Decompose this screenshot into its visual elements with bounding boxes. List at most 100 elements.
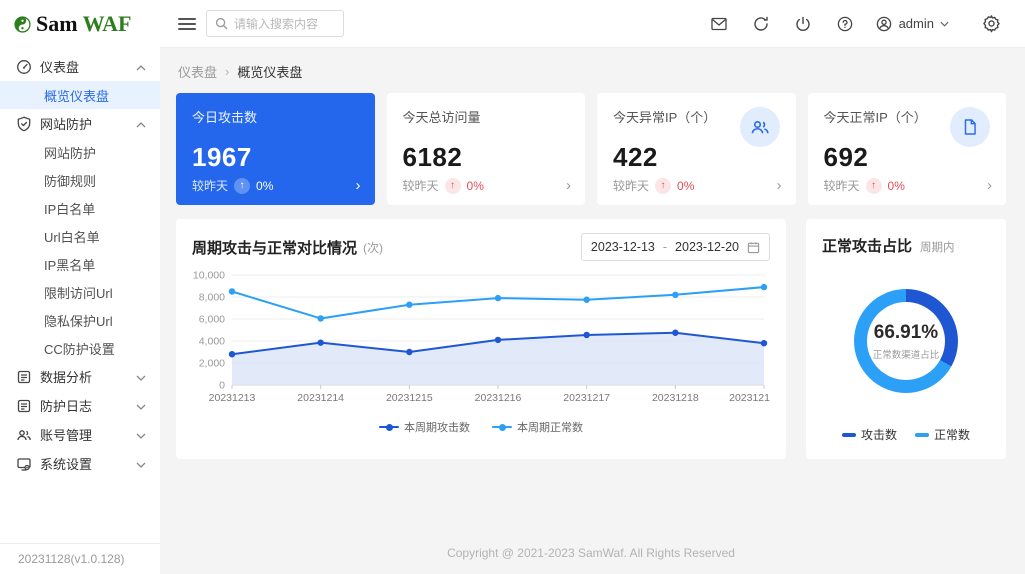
legend-normal-series[interactable]: 本周期正常数 xyxy=(492,419,583,435)
chevron-down-icon xyxy=(136,427,146,442)
legend-marker xyxy=(492,423,512,431)
sidebar-group-label: 账号管理 xyxy=(40,428,93,443)
svg-text:10,000: 10,000 xyxy=(193,270,225,282)
chevron-up-icon xyxy=(136,116,146,131)
sidebar-group-label: 防护日志 xyxy=(40,399,93,414)
sidebar-group-label: 仪表盘 xyxy=(40,60,80,75)
log-icon xyxy=(16,398,32,414)
topbar: admin xyxy=(160,0,1025,48)
sidebar: Sam WAF 仪表盘 概览仪表盘 网站防护 网站防护 防御规则 IP白名单 Ur… xyxy=(0,0,160,574)
sidebar-item-label: IP白名单 xyxy=(44,201,96,217)
card-detail-link[interactable]: › xyxy=(777,178,782,193)
card-normal-ip[interactable]: 今天正常IP（个） 692 较昨天 ↑ 0% › xyxy=(807,93,1006,205)
search-icon xyxy=(215,17,228,30)
card-value: 6182 xyxy=(402,142,463,172)
change-percent: 0% xyxy=(887,178,905,193)
legend-attack-count[interactable]: 攻击数 xyxy=(841,426,897,443)
card-today-attacks[interactable]: 今日攻击数 1967 较昨天 ↑ 0% › xyxy=(176,93,375,205)
sidebar-group-dashboard[interactable]: 仪表盘 xyxy=(0,52,160,81)
svg-text:20231217: 20231217 xyxy=(563,392,610,404)
card-detail-link[interactable]: › xyxy=(356,178,361,193)
help-icon[interactable] xyxy=(829,8,861,40)
donut-legend: 攻击数 正常数 xyxy=(822,426,990,443)
chevron-down-icon xyxy=(136,369,146,384)
sidebar-group-label: 系统设置 xyxy=(40,457,93,472)
sidebar-group-data-analysis[interactable]: 数据分析 xyxy=(0,362,160,391)
svg-text:20231216: 20231216 xyxy=(475,392,522,404)
sidebar-item-privacy-url[interactable]: 隐私保护Url xyxy=(0,306,160,334)
sidebar-group-label: 数据分析 xyxy=(40,370,93,385)
chevron-down-icon xyxy=(136,456,146,471)
card-value: 1967 xyxy=(192,142,252,172)
card-detail-link[interactable]: › xyxy=(987,178,992,193)
legend-label: 本周期攻击数 xyxy=(404,422,470,434)
date-range-picker[interactable]: 2023-12-13 - 2023-12-20 xyxy=(580,233,770,261)
change-percent: 0% xyxy=(466,178,484,193)
svg-text:6,000: 6,000 xyxy=(199,314,225,326)
search-box[interactable] xyxy=(206,10,344,37)
refresh-icon[interactable] xyxy=(745,8,777,40)
chevron-down-icon xyxy=(940,21,949,27)
sidebar-item-ip-blacklist[interactable]: IP黑名单 xyxy=(0,250,160,278)
legend-marker xyxy=(915,432,929,437)
settings-gear-icon[interactable] xyxy=(975,8,1007,40)
content: 仪表盘 › 概览仪表盘 今日攻击数 1967 较昨天 ↑ 0% › 今天总访问量… xyxy=(160,48,1025,574)
user-menu[interactable]: admin xyxy=(871,15,953,33)
trend-up-icon: ↑ xyxy=(444,177,461,194)
sidebar-item-label: IP黑名单 xyxy=(44,257,96,273)
sidebar-group-site-protection[interactable]: 网站防护 xyxy=(0,109,160,138)
sidebar-group-account-management[interactable]: 账号管理 xyxy=(0,420,160,449)
chart-unit: (次) xyxy=(363,240,384,255)
gauge-icon xyxy=(16,59,32,75)
logo[interactable]: Sam WAF xyxy=(0,0,160,48)
users-icon xyxy=(16,427,32,443)
power-icon[interactable] xyxy=(787,8,819,40)
donut-percent-label: 正常数渠道占比 xyxy=(872,349,940,361)
line-chart-legend: 本周期攻击数 本周期正常数 xyxy=(192,419,770,435)
breadcrumb: 仪表盘 › 概览仪表盘 xyxy=(178,62,1006,81)
legend-normal-count[interactable]: 正常数 xyxy=(915,426,970,443)
card-today-visits[interactable]: 今天总访问量 6182 较昨天 ↑ 0% › xyxy=(386,93,585,205)
legend-attack-series[interactable]: 本周期攻击数 xyxy=(379,419,470,435)
users-icon xyxy=(739,107,780,147)
breadcrumb-dashboard[interactable]: 仪表盘 xyxy=(178,62,217,81)
menu-toggle-icon[interactable] xyxy=(178,17,196,30)
shield-icon xyxy=(16,116,32,132)
line-chart-svg: 0 2,000 4,000 6,000 8,000 10,000 20231213 20231… xyxy=(193,270,770,405)
sidebar-item-site-protection[interactable]: 网站防护 xyxy=(0,138,160,166)
date-start: 2023-12-13 xyxy=(590,240,655,254)
svg-text:4,000: 4,000 xyxy=(199,336,225,348)
chart-title: 周期攻击与正常对比情况 xyxy=(192,239,358,257)
mail-icon[interactable] xyxy=(703,8,735,40)
chevron-down-icon xyxy=(136,398,146,413)
app-version: 20231128(v1.0.128) xyxy=(0,543,160,574)
file-icon xyxy=(950,107,990,147)
search-input[interactable] xyxy=(234,16,334,31)
card-abnormal-ip[interactable]: 今天异常IP（个） 422 较昨天 ↑ 0% › xyxy=(597,93,796,205)
card-detail-link[interactable]: › xyxy=(566,178,571,193)
breadcrumb-separator: › xyxy=(225,64,230,79)
sidebar-item-restricted-url[interactable]: 限制访问Url xyxy=(0,278,160,306)
compare-label: 较昨天 xyxy=(192,179,229,193)
line-chart: 0 2,000 4,000 6,000 8,000 10,000 20231213 20231… xyxy=(192,267,770,417)
compare-label: 较昨天 xyxy=(613,179,650,193)
sidebar-item-defense-rules[interactable]: 防御规则 xyxy=(0,166,160,194)
svg-text:8,000: 8,000 xyxy=(199,292,225,304)
report-icon xyxy=(16,369,32,385)
sidebar-item-cc-protection[interactable]: CC防护设置 xyxy=(0,334,160,362)
sidebar-item-url-whitelist[interactable]: Url白名单 xyxy=(0,222,160,250)
change-percent: 0% xyxy=(677,178,695,193)
sidebar-item-ip-whitelist[interactable]: IP白名单 xyxy=(0,194,160,222)
logo-text-sam: Sam xyxy=(36,11,78,36)
sidebar-group-system-settings[interactable]: 系统设置 xyxy=(0,449,160,478)
svg-text:2023121: 2023121 xyxy=(729,392,770,404)
stat-cards: 今日攻击数 1967 较昨天 ↑ 0% › 今天总访问量 6182 较昨天 ↑ xyxy=(176,93,1006,205)
donut-chart: 66.91% 正常数渠道占比 xyxy=(854,289,958,393)
trend-up-icon: ↑ xyxy=(655,177,672,194)
sidebar-group-protection-log[interactable]: 防护日志 xyxy=(0,391,160,420)
sidebar-item-overview-dashboard[interactable]: 概览仪表盘 xyxy=(0,81,160,109)
sidebar-item-label: CC防护设置 xyxy=(44,341,115,357)
system-icon xyxy=(16,456,32,472)
svg-text:2,000: 2,000 xyxy=(199,358,225,370)
legend-marker xyxy=(379,423,399,431)
